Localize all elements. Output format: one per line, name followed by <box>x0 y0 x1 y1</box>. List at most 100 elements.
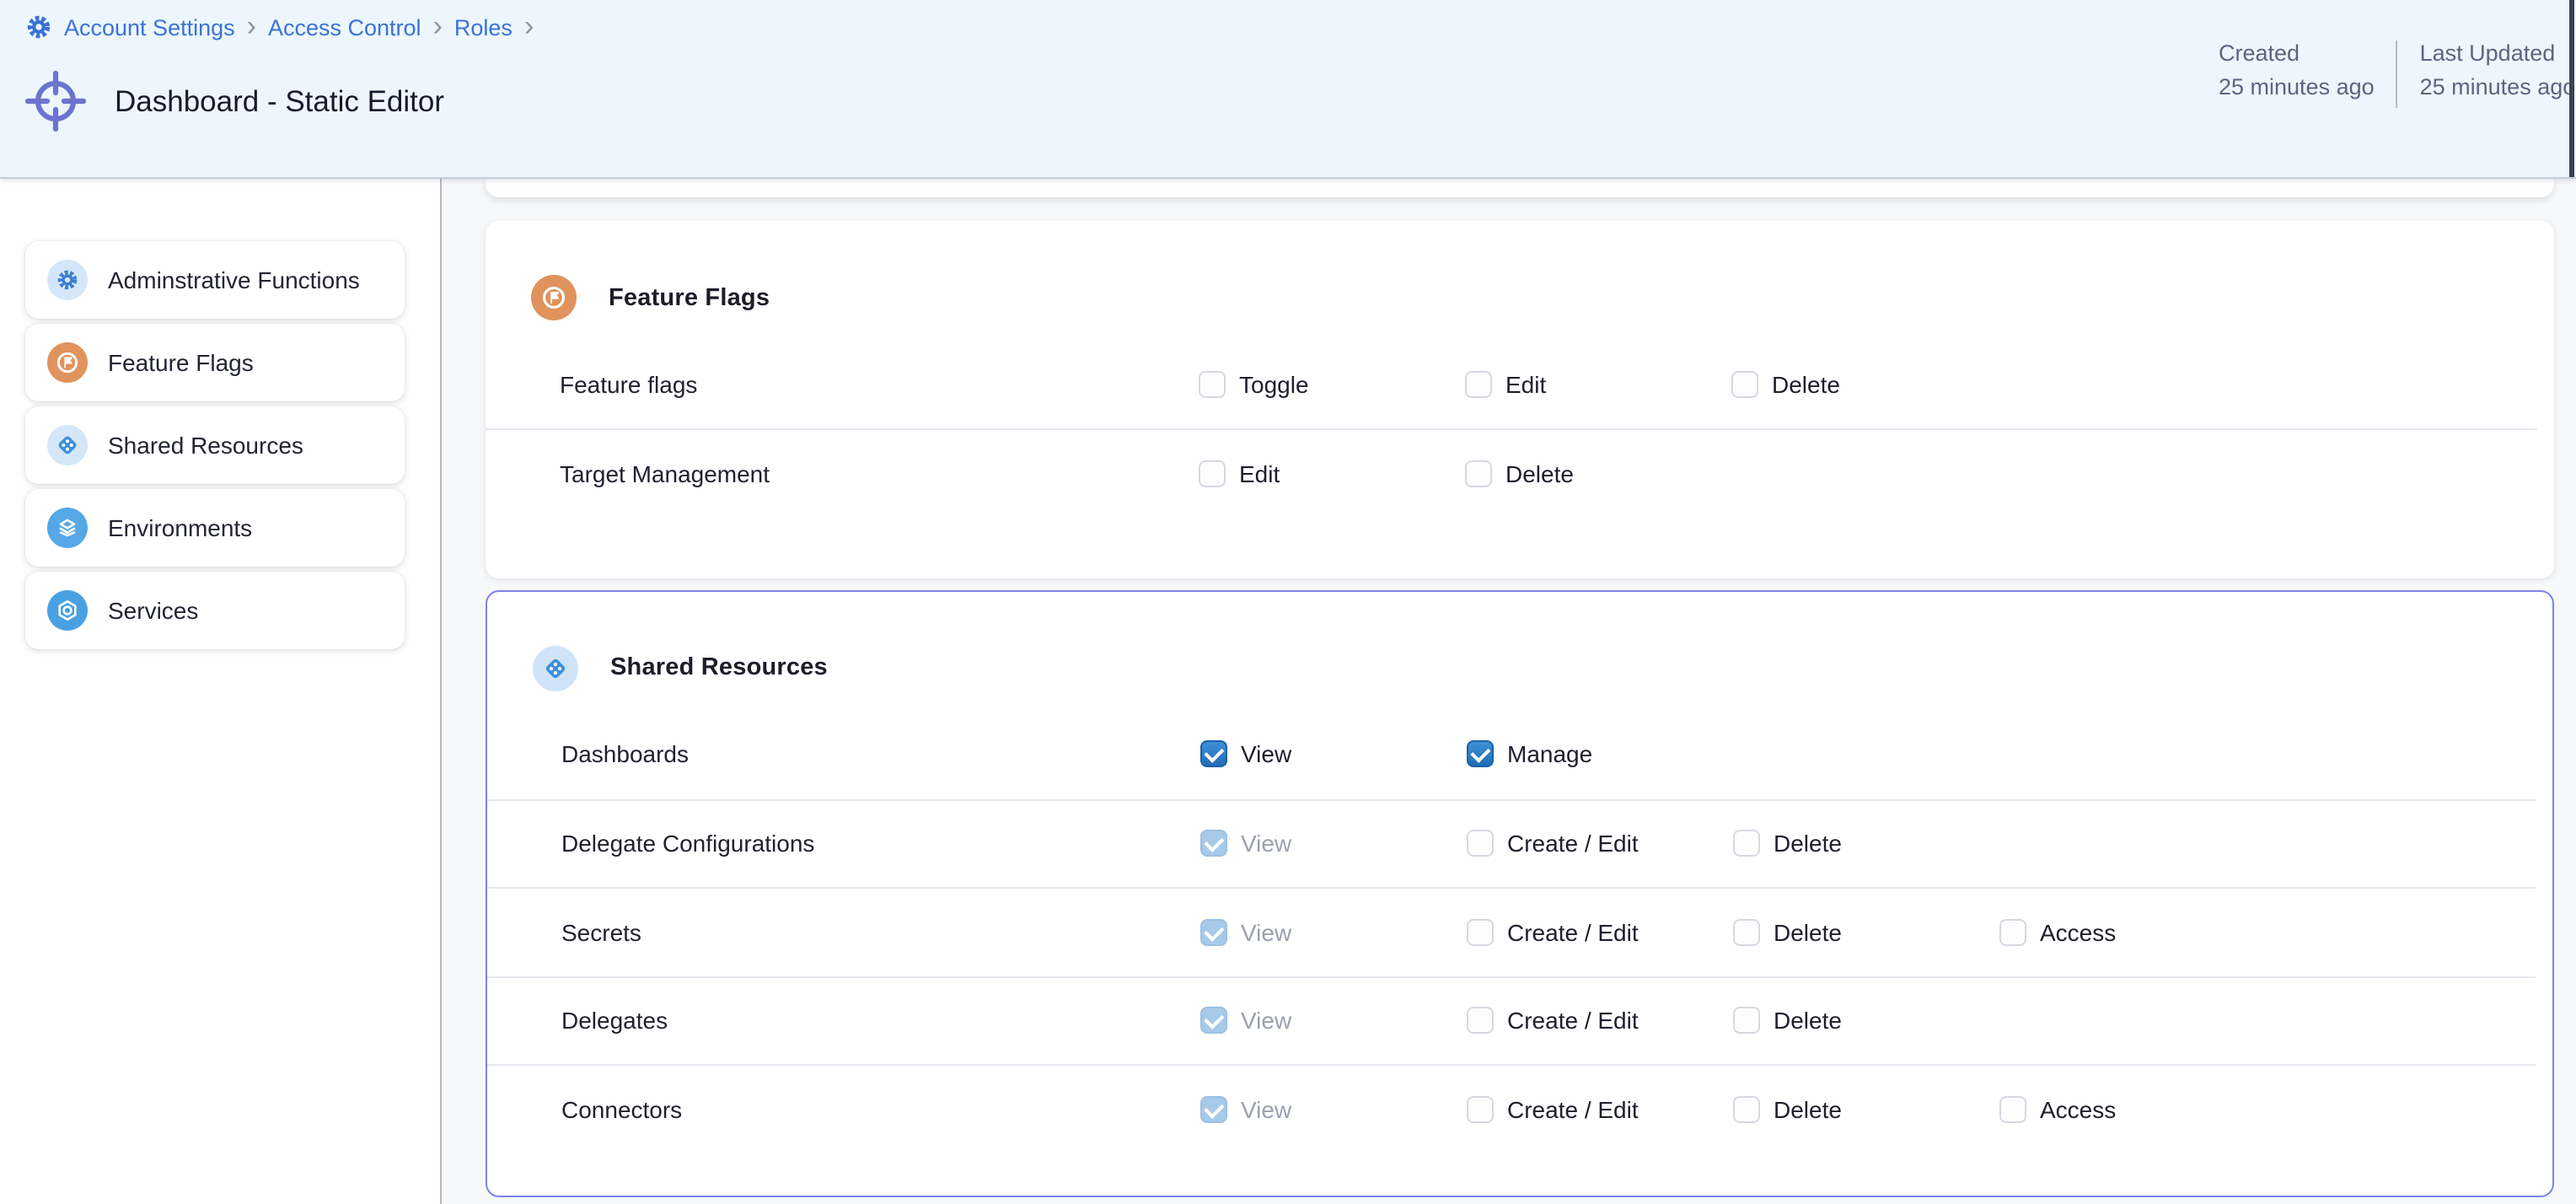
last-updated-value: 25 minutes ago <box>2420 71 2576 105</box>
checkbox-delete[interactable] <box>1733 919 1760 946</box>
diamond-dots-icon <box>47 425 88 465</box>
section-card-shared-resources[interactable]: Shared Resources Dashboards View Manage D… <box>486 590 2554 1197</box>
meta-divider <box>2396 40 2398 108</box>
permission-label: Manage <box>1507 741 1592 768</box>
permission-create-edit: Create / Edit <box>1467 919 1733 946</box>
checkbox-create-edit[interactable] <box>1467 830 1494 857</box>
flag-circle-icon <box>47 342 88 383</box>
permission-label: Access <box>2040 1096 2116 1123</box>
checkbox-access[interactable] <box>1999 919 2026 946</box>
resource-row: Secrets ViewCreate / EditDeleteAccess <box>487 887 2536 976</box>
permission-create-edit: Create / Edit <box>1467 830 1733 857</box>
permission-delete: Delete <box>1465 460 1731 486</box>
previous-section-card <box>486 177 2554 197</box>
hexagon-circle-icon <box>47 590 88 631</box>
permission-access: Access <box>1999 919 2266 946</box>
sidebar-item-label: Services <box>108 597 198 624</box>
permission-access: Access <box>1999 1096 2266 1123</box>
resource-label: Delegates <box>561 1008 1200 1035</box>
section-header: Feature Flags <box>486 221 2554 341</box>
sidebar-item-label: Feature Flags <box>108 349 254 376</box>
resource-row: Feature flags Toggle Edit Delete <box>486 341 2537 428</box>
checkbox-delete[interactable] <box>1733 830 1760 857</box>
role-meta: Created 25 minutes ago Last Updated 25 m… <box>2219 37 2575 108</box>
settings-gear-icon[interactable] <box>25 13 52 40</box>
checkbox-edit[interactable] <box>1465 371 1492 398</box>
resource-row: Dashboards View Manage <box>487 710 2536 798</box>
permission-view: View <box>1200 919 1467 946</box>
permission-label: View <box>1241 1096 1291 1123</box>
permission-label: Delete <box>1774 1096 1842 1123</box>
resource-label: Dashboards <box>561 741 1200 768</box>
permission-label: Edit <box>1505 371 1546 398</box>
window-edge <box>2569 0 2573 177</box>
last-updated-label: Last Updated <box>2420 37 2576 71</box>
checkbox-edit[interactable] <box>1199 460 1226 486</box>
checkbox-delete[interactable] <box>1733 1096 1760 1123</box>
sidebar-item-label: Adminstrative Functions <box>108 266 360 293</box>
permission-delete: Delete <box>1733 830 1999 857</box>
checkbox-delete[interactable] <box>1465 460 1492 486</box>
permission-create-edit: Create / Edit <box>1467 1096 1733 1123</box>
created-label: Created <box>2219 37 2375 71</box>
sidebar-item-environments[interactable]: Environments <box>25 489 405 567</box>
checkbox-create-edit[interactable] <box>1467 919 1494 946</box>
checkbox-view[interactable] <box>1200 1008 1227 1035</box>
permission-label: Create / Edit <box>1507 1008 1639 1035</box>
checkbox-delete[interactable] <box>1731 371 1758 398</box>
breadcrumb-link-access-control[interactable]: Access Control <box>268 14 421 40</box>
checkbox-view[interactable] <box>1200 830 1227 857</box>
sidebar-item-adminstrative-functions[interactable]: Adminstrative Functions <box>25 241 405 319</box>
sidebar-item-label: Shared Resources <box>108 432 303 459</box>
permission-edit: Edit <box>1199 460 1465 486</box>
checkbox-access[interactable] <box>1999 1096 2026 1123</box>
permission-label: View <box>1241 741 1291 768</box>
sidebar-item-shared-resources[interactable]: Shared Resources <box>25 406 405 484</box>
section-title: Shared Resources <box>610 654 828 681</box>
checkbox-view[interactable] <box>1200 919 1227 946</box>
checkbox-view[interactable] <box>1200 1096 1227 1123</box>
permission-delete: Delete <box>1731 371 1998 398</box>
resource-label: Feature flags <box>560 371 1199 398</box>
permission-view: View <box>1200 741 1467 768</box>
checkbox-create-edit[interactable] <box>1467 1008 1494 1035</box>
permission-label: Delete <box>1774 919 1842 946</box>
page-title: Dashboard - Static Editor <box>115 84 444 120</box>
resource-row: Target Management Edit Delete <box>486 428 2537 516</box>
breadcrumb-link-roles[interactable]: Roles <box>454 14 513 40</box>
permission-label: Delete <box>1772 371 1840 398</box>
permission-view: View <box>1200 830 1467 857</box>
resource-row: Connectors View Create / Edit Delete Access <box>487 1064 2536 1153</box>
permission-label: Toggle <box>1239 371 1309 398</box>
page-header: Account Settings › Access Control › Role… <box>0 0 2576 179</box>
permission-label: View <box>1241 919 1291 946</box>
permission-create-edit: Create / Edit <box>1467 1008 1733 1035</box>
permission-label: Delete <box>1774 830 1842 857</box>
resource-label: Target Management <box>560 460 1199 486</box>
checkbox-toggle[interactable] <box>1199 371 1226 398</box>
checkbox-view[interactable] <box>1200 741 1227 768</box>
permission-toggle: Toggle <box>1199 371 1465 398</box>
sidebar-item-feature-flags[interactable]: Feature Flags <box>25 324 405 401</box>
gear-icon <box>47 260 88 300</box>
permission-label: Create / Edit <box>1507 1096 1639 1123</box>
sidebar-item-label: Environments <box>108 514 252 541</box>
permission-delete: Delete <box>1733 1096 1999 1123</box>
diamond-dots-icon <box>533 645 578 691</box>
sidebar-item-services[interactable]: Services <box>25 572 405 649</box>
permission-manage: Manage <box>1467 741 1733 768</box>
resource-row: Delegate Configurations ViewCreate / Edi… <box>487 798 2536 887</box>
flag-circle-icon <box>531 275 577 320</box>
resource-label: Connectors <box>561 1096 1200 1123</box>
created-value: 25 minutes ago <box>2219 71 2375 105</box>
checkbox-create-edit[interactable] <box>1467 1096 1494 1123</box>
resource-row: Delegates ViewCreate / EditDelete <box>487 976 2536 1064</box>
breadcrumb-link-account-settings[interactable]: Account Settings <box>64 14 235 40</box>
checkbox-manage[interactable] <box>1467 741 1494 768</box>
permission-label: Edit <box>1239 460 1280 486</box>
role-permissions-page: Account Settings › Access Control › Role… <box>0 0 2576 1204</box>
checkbox-delete[interactable] <box>1733 1008 1760 1035</box>
section-card-feature-flags[interactable]: Feature Flags Feature flags Toggle Edit De… <box>486 221 2554 578</box>
permission-label: View <box>1241 830 1291 857</box>
section-header: Shared Resources <box>487 592 2552 710</box>
